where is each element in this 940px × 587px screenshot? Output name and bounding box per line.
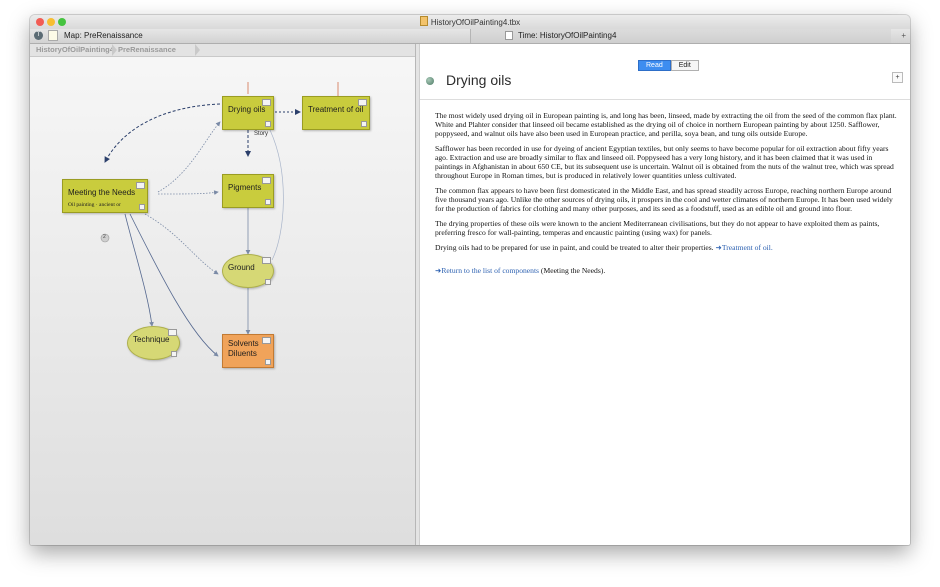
paragraph-last: Drying oils had to be prepared for use i…: [435, 243, 897, 252]
paragraph: The most widely used drying oil in Europ…: [435, 111, 897, 138]
tab-map[interactable]: T Map: PreRenaissance: [30, 29, 415, 43]
map-view[interactable]: HistoryOfOilPainting4 PreRenaissance Dry…: [30, 44, 416, 545]
note-pigments-title: Pigments: [228, 183, 262, 192]
note-foot-icon: [265, 121, 271, 127]
document-icon: [419, 16, 428, 26]
note-meeting-subtitle: Oil painting · ancient or: [68, 202, 121, 208]
note-corner-icon: [262, 337, 271, 344]
note-drying-oils[interactable]: Drying oils: [222, 96, 274, 130]
link-return-to-components[interactable]: ➜Return to the list of components: [435, 266, 539, 275]
note-corner-icon: [262, 99, 271, 106]
return-paragraph: ➜Return to the list of components (Meeti…: [435, 266, 897, 275]
note-treatment-title: Treatment of oil: [308, 105, 364, 114]
title-bar: HistoryOfOilPainting4.tbx: [30, 15, 910, 30]
note-foot-icon: [265, 279, 271, 285]
text-pane: Read Edit Drying oils + The most widely u…: [419, 44, 910, 545]
paragraph: Safflower has been recorded in use for d…: [435, 144, 894, 180]
note-corner-icon: [262, 177, 271, 184]
link-meeting-to-pigments[interactable]: [157, 190, 219, 195]
note-ground-title: Ground: [228, 263, 255, 272]
note-corner-icon: [358, 99, 367, 106]
note-corner-icon: [168, 329, 177, 336]
divider: [420, 99, 910, 100]
return-paragraph-tail: (Meeting the Needs).: [539, 266, 606, 275]
note-ground[interactable]: Ground: [222, 254, 274, 288]
paragraph-last-text: Drying oils had to be prepared for use i…: [435, 243, 716, 252]
read-edit-toggle: Read Edit: [638, 54, 699, 71]
tab-text-label: Time: HistoryOfOilPainting4: [518, 31, 617, 40]
note-technique-title: Technique: [133, 335, 170, 344]
note-meeting-the-needs[interactable]: Meeting the Needs Oil painting · ancient…: [62, 179, 148, 213]
window-title: HistoryOfOilPainting4.tbx: [30, 16, 910, 27]
app-window: HistoryOfOilPainting4.tbx T Map: PreRena…: [30, 15, 910, 545]
paragraph: The common flax appears to have been fir…: [435, 186, 893, 213]
text-document-icon: [505, 31, 513, 40]
note-foot-icon: [361, 121, 367, 127]
user-avatar-icon[interactable]: T: [34, 31, 43, 40]
note-corner-icon: [136, 182, 145, 189]
badge-count: 2: [103, 234, 106, 240]
link-meeting-to-drying[interactable]: [157, 121, 221, 193]
tab-map-label: Map: PreRenaissance: [64, 31, 143, 40]
link-label-story[interactable]: Story: [254, 131, 268, 137]
note-treatment-of-oil[interactable]: Treatment of oil: [302, 96, 370, 130]
note-foot-icon: [171, 351, 177, 357]
note-solvents-line1: Solvents: [228, 339, 259, 348]
window-title-text: HistoryOfOilPainting4.tbx: [430, 18, 521, 27]
tab-bar: T Map: PreRenaissance Time: HistoryOfOil…: [30, 29, 910, 44]
edit-button[interactable]: Edit: [670, 60, 699, 71]
note-foot-icon: [265, 359, 271, 365]
note-corner-icon: [262, 257, 271, 264]
add-tab-button[interactable]: +: [901, 31, 906, 40]
read-button[interactable]: Read: [638, 60, 671, 71]
note-solvents-diluents[interactable]: Solvents Diluents: [222, 334, 274, 368]
note-foot-icon: [265, 199, 271, 205]
note-title[interactable]: Drying oils: [446, 72, 511, 88]
note-foot-icon: [139, 204, 145, 210]
paragraph: The drying properties of these oils were…: [435, 219, 880, 237]
tab-text[interactable]: Time: HistoryOfOilPainting4: [470, 29, 891, 43]
note-badge-icon: [426, 77, 434, 85]
note-solvents-line2: Diluents: [228, 349, 257, 358]
add-attribute-button[interactable]: +: [892, 72, 903, 83]
note-pigments[interactable]: Pigments: [222, 174, 274, 208]
note-drying-oils-title: Drying oils: [228, 105, 266, 114]
link-drying-to-meeting[interactable]: [104, 103, 221, 163]
note-technique[interactable]: Technique: [127, 326, 180, 360]
link-treatment-of-oil[interactable]: ➜Treatment of oil.: [715, 243, 772, 252]
map-note-icon: [48, 30, 58, 41]
note-solvents-title: Solvents Diluents: [228, 339, 259, 359]
note-meeting-title: Meeting the Needs: [68, 188, 136, 197]
note-text[interactable]: The most widely used drying oil in Europ…: [435, 111, 897, 281]
